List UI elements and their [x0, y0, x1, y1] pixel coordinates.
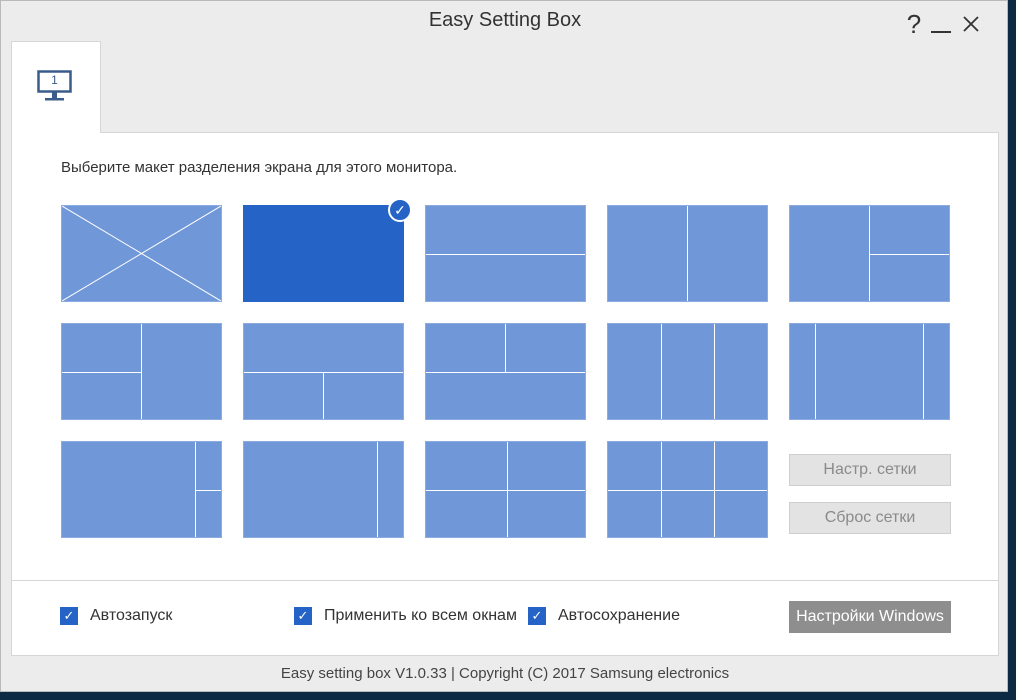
footer-copyright: Easy setting box V1.0.33 | Copyright (C)…	[280, 665, 730, 682]
divider	[426, 490, 585, 491]
layout-3-right-narrow[interactable]	[61, 441, 222, 538]
divider	[426, 254, 585, 255]
help-button[interactable]: ?	[903, 9, 925, 39]
monitor-number: 1	[51, 73, 58, 87]
divider	[12, 580, 998, 581]
layout-4-grid[interactable]	[425, 441, 586, 538]
divider	[815, 324, 816, 419]
layout-2-horizontal[interactable]	[425, 205, 586, 302]
divider	[923, 324, 924, 419]
no-split-cross-icon	[62, 206, 221, 301]
layout-3-bottom-big[interactable]	[425, 323, 586, 420]
apply-all-label: Применить ко всем окнам	[324, 607, 517, 624]
close-icon	[963, 16, 979, 32]
layout-panel: Выберите макет разделения экрана для это…	[11, 132, 999, 656]
autostart-option[interactable]: ✓ Автозапуск	[60, 607, 172, 625]
layout-3-right-big[interactable]	[61, 323, 222, 420]
layout-6-grid[interactable]	[607, 441, 768, 538]
autosave-label: Автосохранение	[558, 607, 680, 624]
divider	[195, 490, 221, 491]
close-button[interactable]	[959, 9, 983, 39]
layout-2-right-narrow[interactable]	[243, 441, 404, 538]
divider	[869, 254, 949, 255]
divider	[141, 324, 142, 419]
divider	[323, 372, 324, 419]
divider	[687, 206, 688, 301]
layout-none[interactable]	[61, 205, 222, 302]
divider	[426, 372, 585, 373]
autostart-label: Автозапуск	[90, 607, 173, 624]
grid-settings-button[interactable]: Настр. сетки	[789, 454, 951, 486]
apply-all-option[interactable]: ✓ Применить ко всем окнам	[294, 607, 517, 625]
layout-3-left-big[interactable]	[789, 205, 950, 302]
divider	[505, 324, 506, 372]
window-title: Easy Setting Box	[428, 9, 582, 31]
app-window: Easy Setting Box ? 1 Выберите макет разд…	[0, 0, 1008, 692]
layout-3-top-big[interactable]	[243, 323, 404, 420]
autostart-checkbox[interactable]: ✓	[60, 607, 78, 625]
reset-grid-button[interactable]: Сброс сетки	[789, 502, 951, 534]
selected-check-icon: ✓	[388, 198, 412, 222]
layout-3-columns[interactable]	[607, 323, 768, 420]
divider	[377, 442, 378, 537]
tab-monitor-1[interactable]: 1	[11, 41, 101, 133]
divider	[714, 324, 715, 419]
divider	[661, 324, 662, 419]
layout-2-vertical[interactable]	[607, 205, 768, 302]
autosave-option[interactable]: ✓ Автосохранение	[528, 607, 680, 625]
windows-settings-button[interactable]: Настройки Windows	[789, 601, 951, 633]
autosave-checkbox[interactable]: ✓	[528, 607, 546, 625]
divider	[62, 372, 141, 373]
layout-3-center-wide[interactable]	[789, 323, 950, 420]
minimize-icon	[931, 31, 951, 33]
minimize-button[interactable]	[929, 9, 953, 39]
instruction-text: Выберите макет разделения экрана для это…	[61, 159, 458, 176]
layout-full[interactable]: ✓	[243, 198, 412, 302]
apply-all-checkbox[interactable]: ✓	[294, 607, 312, 625]
divider	[608, 490, 767, 491]
